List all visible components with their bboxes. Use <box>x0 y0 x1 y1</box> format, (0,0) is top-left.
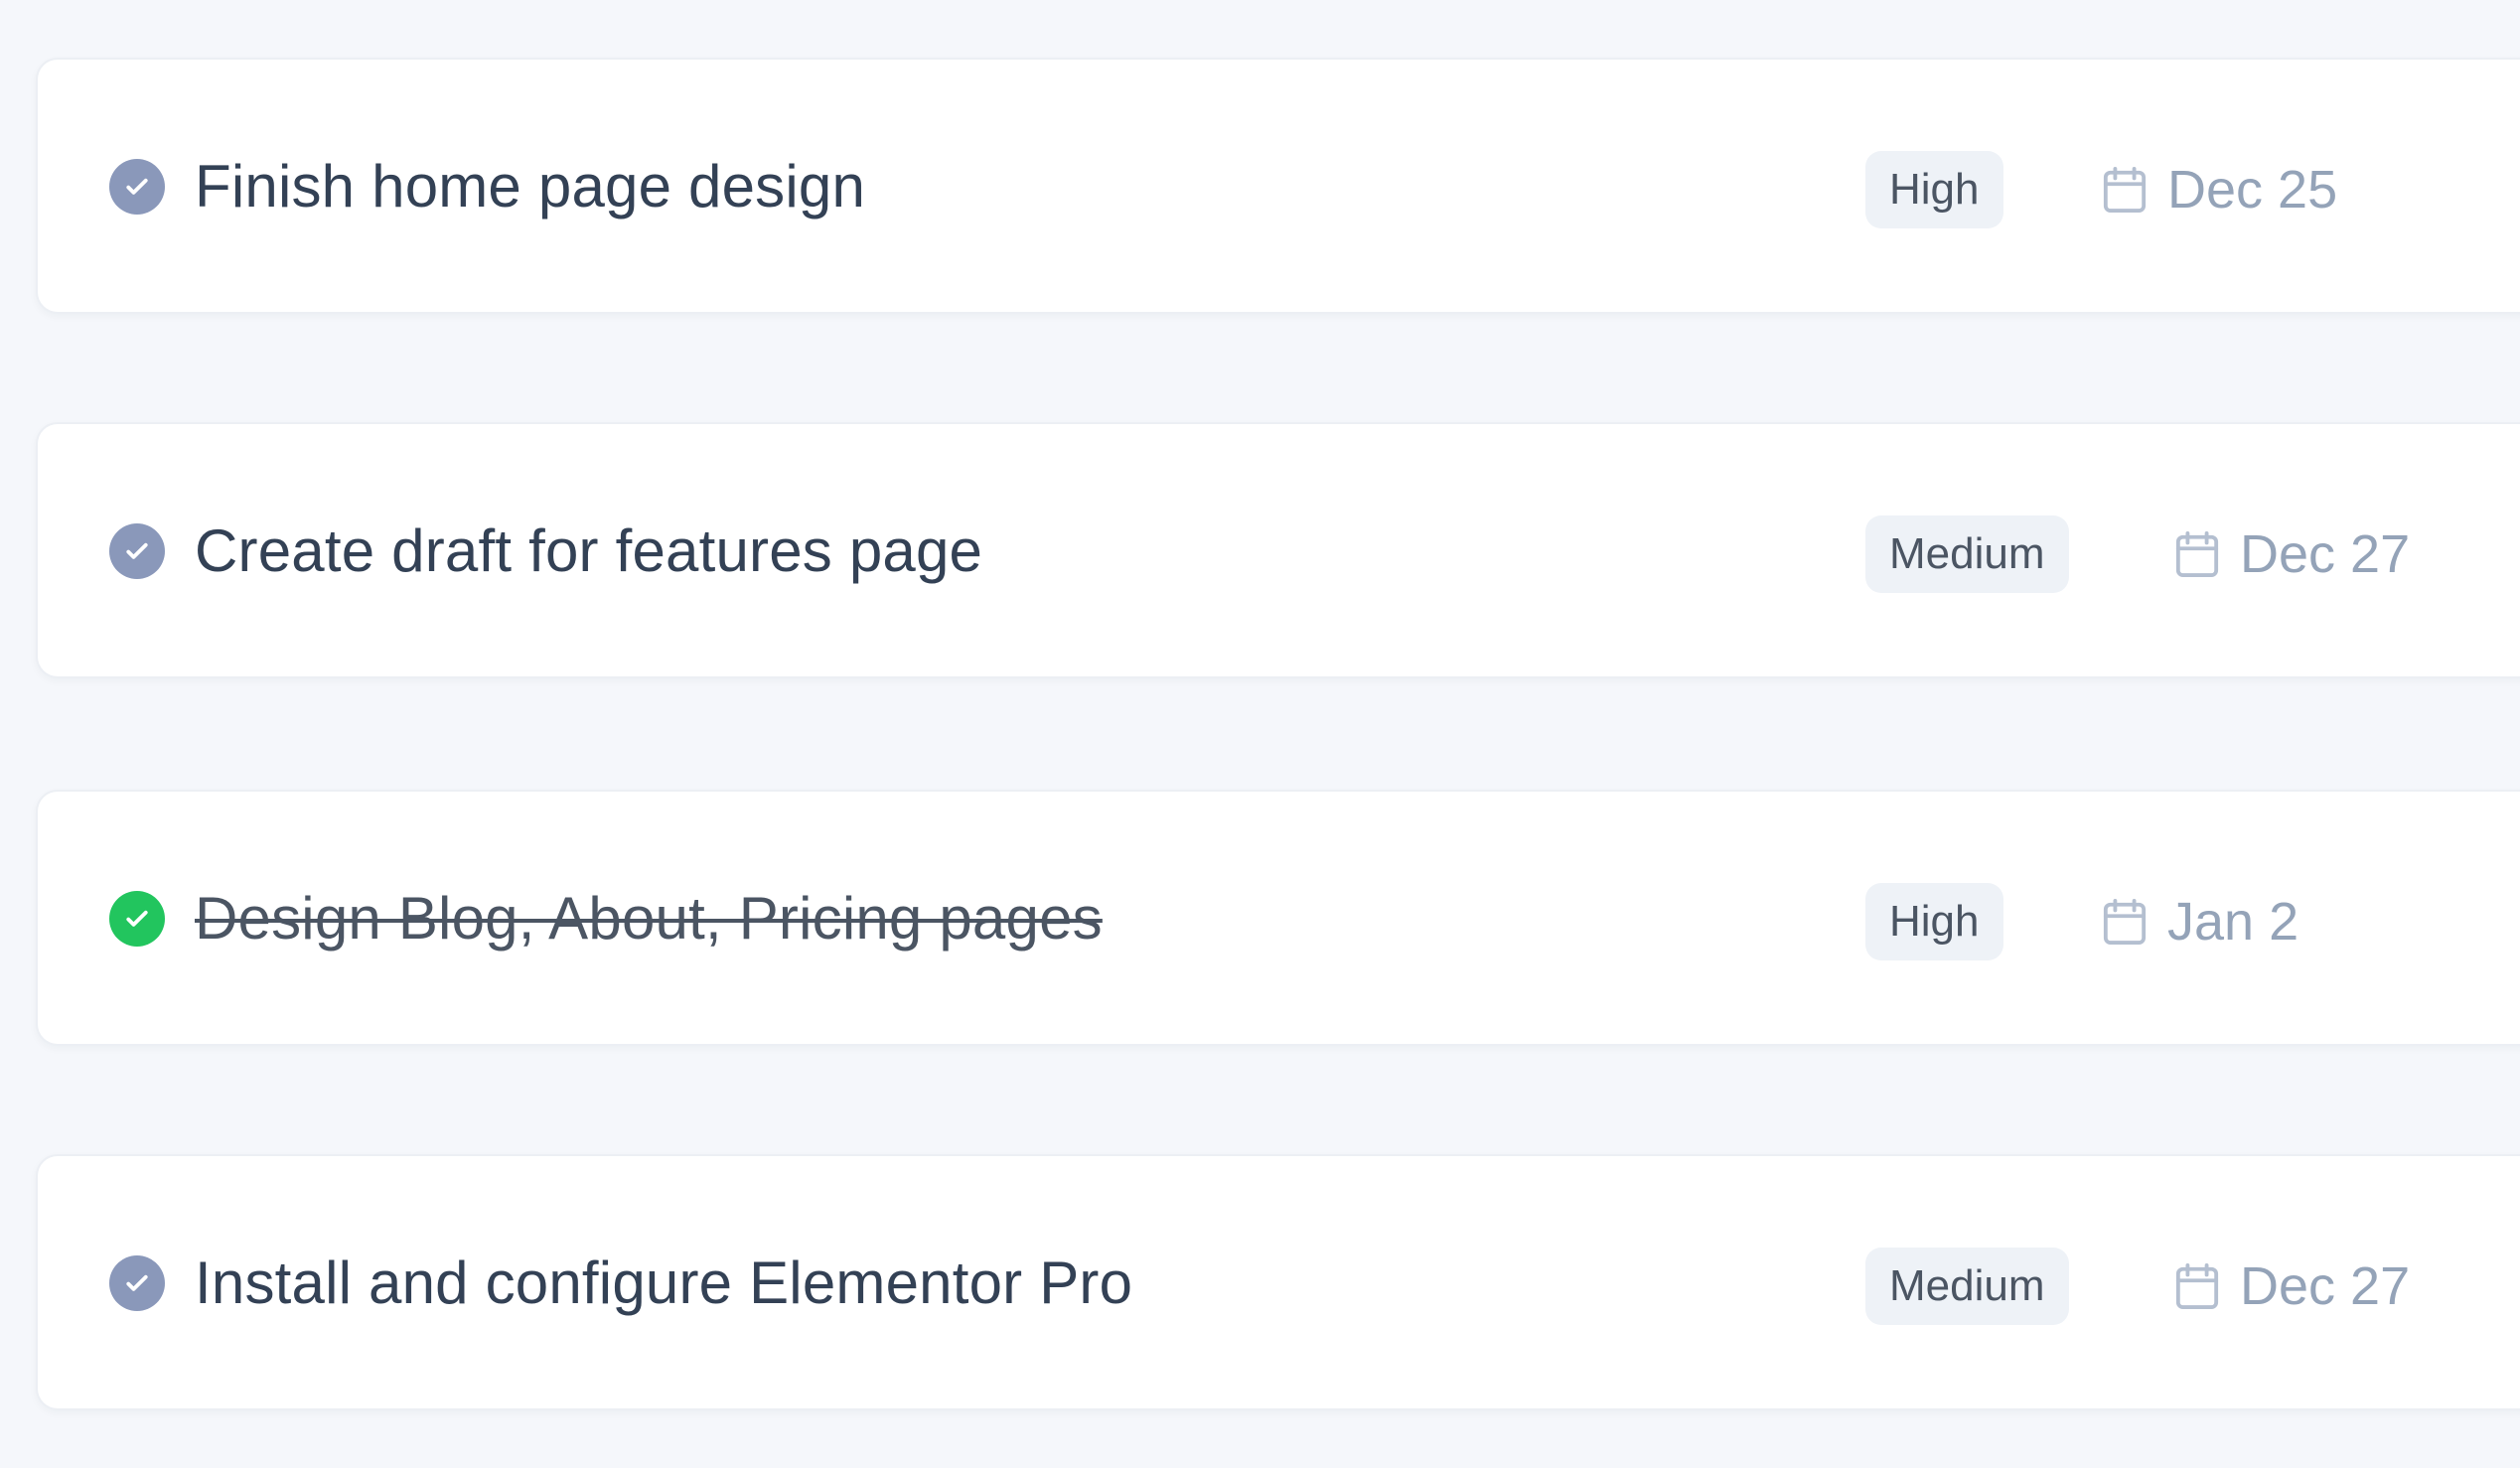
task-card-finish-home-page-design[interactable]: Finish home page design High Dec 25 <box>36 58 2520 314</box>
due-date: Jan 2 <box>2102 883 2298 960</box>
due-date-text: Dec 27 <box>2240 1256 2411 1316</box>
task-list: Finish home page design High Dec 25 Crea… <box>0 0 2520 1468</box>
due-date-text: Jan 2 <box>2167 892 2299 952</box>
calendar-icon <box>2174 529 2220 579</box>
task-card-create-draft-for-features-page[interactable]: Create draft for features page Medium De… <box>36 422 2520 678</box>
calendar-icon <box>2102 897 2148 947</box>
task-card-install-and-configure-elementor-pro[interactable]: Install and configure Elementor Pro Medi… <box>36 1154 2520 1410</box>
pending-check-icon[interactable] <box>109 159 165 215</box>
task-title: Finish home page design <box>195 153 866 220</box>
priority-badge: High <box>1865 151 2003 228</box>
task-title: Install and configure Elementor Pro <box>195 1249 1133 1316</box>
due-date: Dec 25 <box>2102 151 2337 228</box>
priority-badge: Medium <box>1865 515 2069 593</box>
task-title-completed: Design Blog, About, Pricing pages <box>195 885 1103 952</box>
due-date: Dec 27 <box>2174 1248 2410 1325</box>
due-date-text: Dec 25 <box>2167 160 2338 220</box>
pending-check-icon[interactable] <box>109 523 165 579</box>
priority-badge: High <box>1865 883 2003 960</box>
due-date-text: Dec 27 <box>2240 524 2411 584</box>
completed-check-icon[interactable] <box>109 891 165 947</box>
calendar-icon <box>2102 165 2148 215</box>
task-card-design-blog-about-pricing-pages[interactable]: Design Blog, About, Pricing pages High J… <box>36 790 2520 1046</box>
calendar-icon <box>2174 1261 2220 1311</box>
pending-check-icon[interactable] <box>109 1255 165 1311</box>
due-date: Dec 27 <box>2174 515 2410 593</box>
task-title: Create draft for features page <box>195 517 983 584</box>
priority-badge: Medium <box>1865 1248 2069 1325</box>
